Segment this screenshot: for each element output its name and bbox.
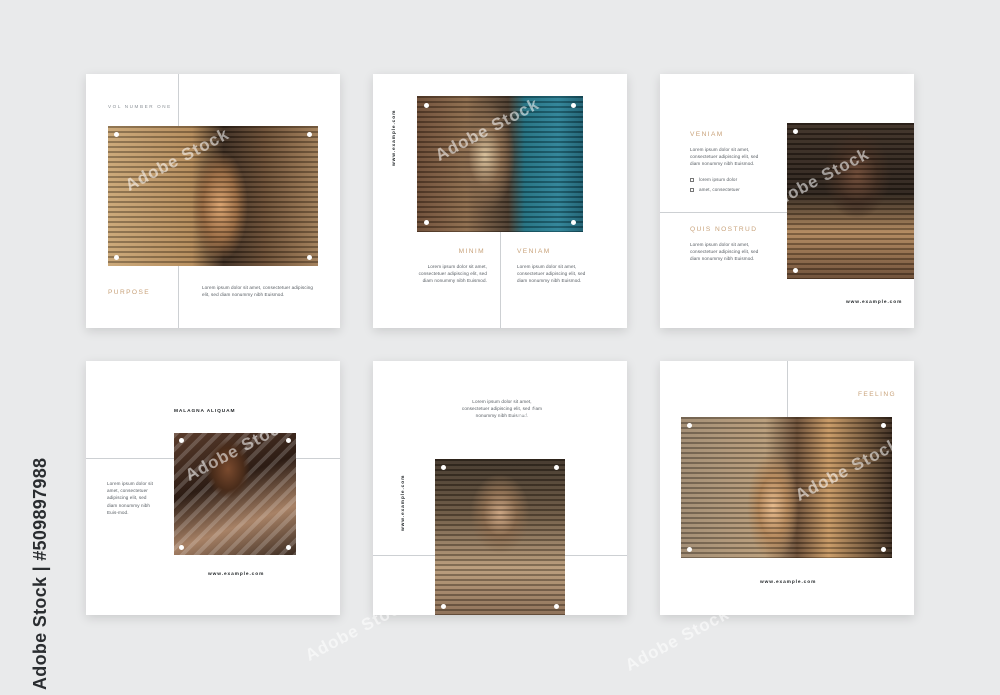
body-text: Lorem ipsum dolor sit amet, consectetuer… xyxy=(107,481,154,515)
column-2-body: Lorem ipsum dolor sit amet, consectetuer… xyxy=(517,264,586,284)
section-2-title: QUIS NOSTRUD xyxy=(690,226,758,233)
woman-long-hair-photo xyxy=(435,459,565,615)
photo-frame xyxy=(108,126,318,266)
kicker-text: VOL NUMBER ONE xyxy=(108,104,172,109)
section-2-body: Lorem ipsum dolor sit amet, consectetuer… xyxy=(690,242,759,262)
card-title: PURPOSE xyxy=(108,289,151,296)
url-vertical-text: www.example.com xyxy=(401,474,406,531)
section-1-body: Lorem ipsum dolor sit amet, consectetuer… xyxy=(690,147,759,167)
url-vertical-text: www.example.com xyxy=(392,109,397,166)
woman-blinds-teal-photo xyxy=(417,96,583,232)
vertical-rule xyxy=(500,224,501,328)
photo-frame xyxy=(435,459,565,615)
woman-window-blinds-photo xyxy=(108,126,318,266)
template-card-minim-veniam[interactable]: www.example.com MINIM Lorem ipsum dolor … xyxy=(373,74,627,328)
template-card-portrait-center[interactable]: Lorem ipsum dolor sit amet, consectetuer… xyxy=(373,361,627,615)
photo-frame xyxy=(681,417,892,558)
card-title: MALAGNA ALIQUAM xyxy=(174,409,236,414)
checkbox-icon xyxy=(690,177,694,182)
url-text: www.example.com xyxy=(846,300,903,305)
woman-blinds-sunlight-photo xyxy=(681,417,892,558)
card-title: FEELING xyxy=(858,391,897,398)
body-text: Lorem ipsum dolor sit amet, consectetuer… xyxy=(202,285,314,298)
url-text: www.example.com xyxy=(208,572,265,577)
body-text: Lorem ipsum dolor sit amet, consectetuer… xyxy=(461,399,543,419)
url-text: www.example.com xyxy=(760,580,817,585)
template-card-purpose[interactable]: VOL NUMBER ONE PURPOSE Lorem ipsum dolor… xyxy=(86,74,340,328)
template-card-malagna[interactable]: MALAGNA ALIQUAM Lorem ipsum dolor sit am… xyxy=(86,361,340,615)
photo-frame xyxy=(417,96,583,232)
photo-frame xyxy=(787,123,914,279)
list-item: amet, consectetuer xyxy=(690,186,770,193)
vertical-rule xyxy=(787,361,788,417)
woman-curly-hair-photo xyxy=(174,433,296,555)
list-item: lorem ipsum dolor xyxy=(690,176,770,183)
template-card-veniam-quis[interactable]: VENIAM Lorem ipsum dolor sit amet, conse… xyxy=(660,74,914,328)
section-1-title: VENIAM xyxy=(690,131,724,138)
checkbox-icon xyxy=(690,187,694,192)
stock-id-vertical-text: Adobe Stock | #509897988 xyxy=(30,457,50,690)
template-card-feeling[interactable]: FEELING www.example.com xyxy=(660,361,914,615)
column-1-body: Lorem ipsum dolor sit amet, consectetuer… xyxy=(418,264,487,284)
photo-frame xyxy=(174,433,296,555)
woman-portrait-shadow-photo xyxy=(787,123,914,279)
column-2-title: VENIAM xyxy=(517,248,551,255)
column-1-title: MINIM xyxy=(458,248,485,255)
